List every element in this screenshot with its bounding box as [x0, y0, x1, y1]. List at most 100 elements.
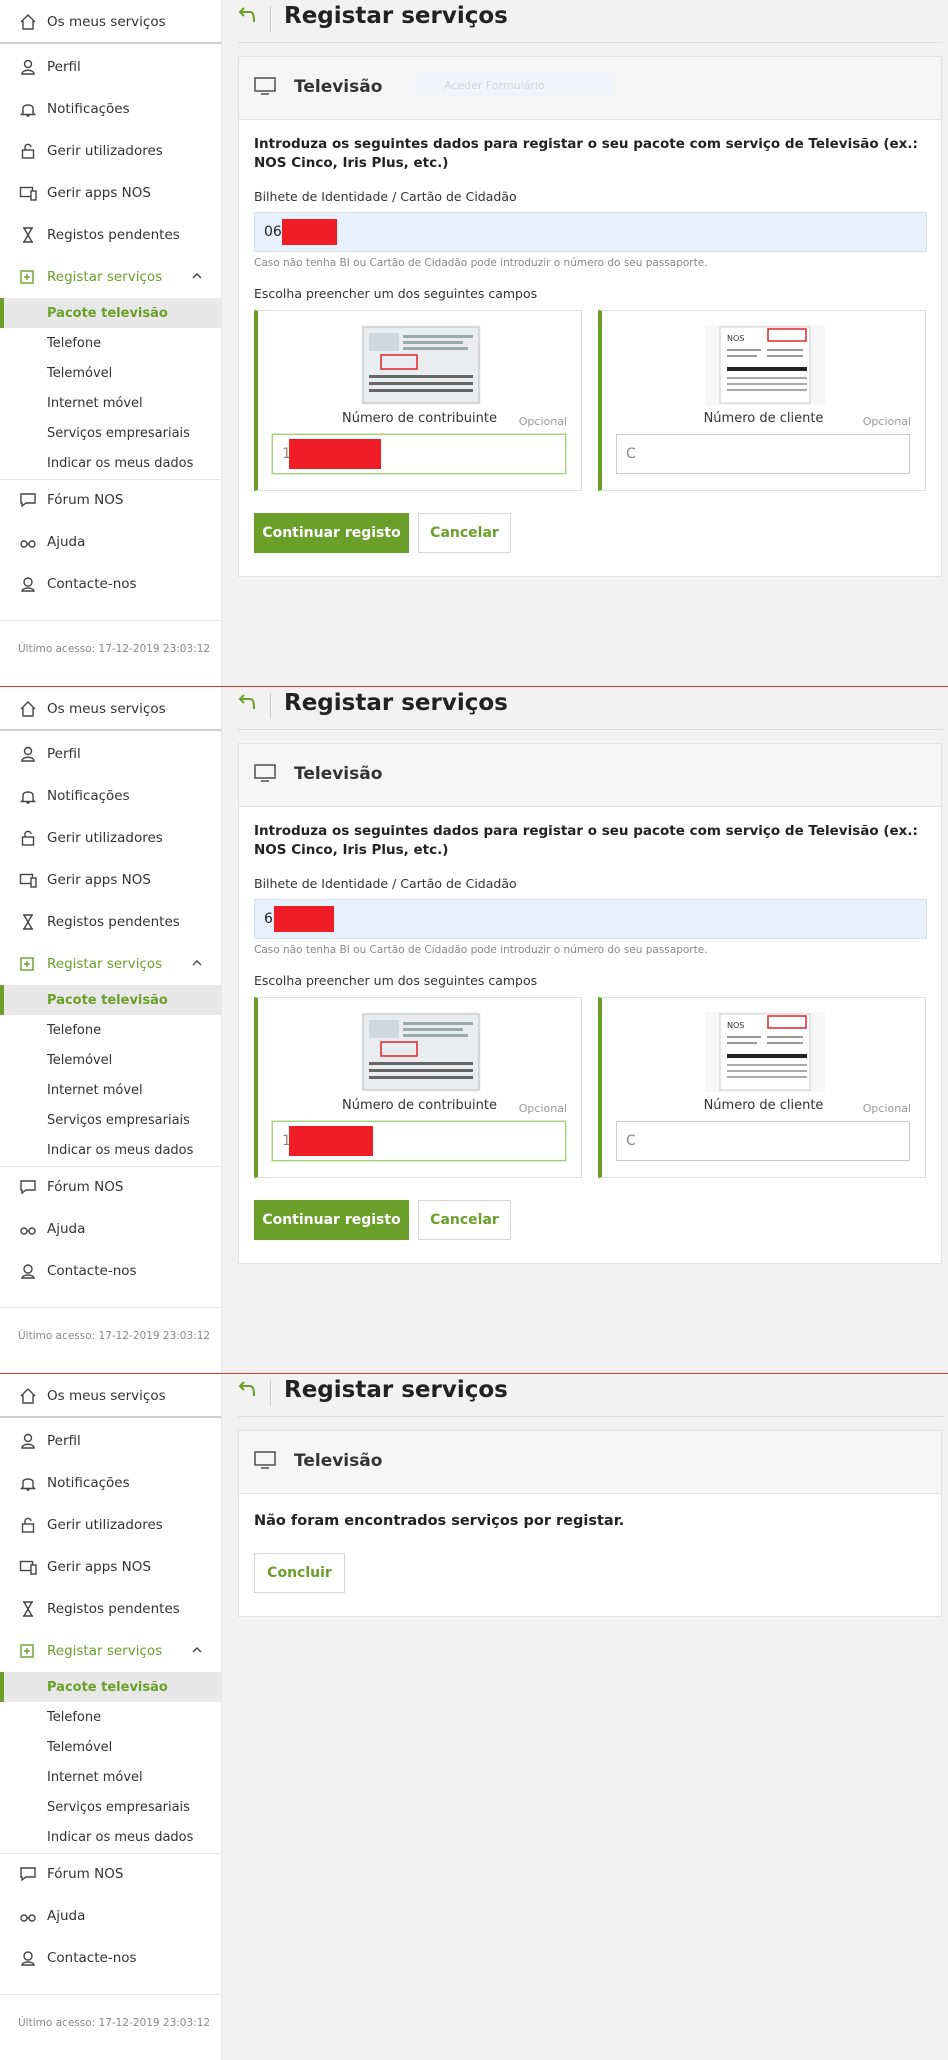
sidebar-item-forum[interactable]: Fórum NOS — [0, 1166, 221, 1208]
last-access: Último acesso: 17-12-2019 23:03:12 — [0, 620, 221, 686]
sidebar-item-manage-apps[interactable]: Gerir apps NOS — [0, 172, 221, 214]
register-card: Televisão Aceder Formulário Introduza os… — [238, 56, 942, 577]
sidebar-item-label: Gerir apps NOS — [47, 185, 151, 201]
sidebar-item-help[interactable]: Ajuda — [0, 521, 221, 563]
chat-icon — [17, 1863, 39, 1885]
sidebar-item-contact[interactable]: Contacte-nos — [0, 1937, 221, 1979]
sidebar: Os meus serviços Perfil Notificações Ger… — [0, 0, 222, 686]
option-nif[interactable]: Número de contribuinte Opcional 1 — [254, 997, 582, 1178]
card-title: Televisão — [294, 77, 383, 97]
cancel-button[interactable]: Cancelar — [418, 513, 511, 553]
register-icon — [17, 953, 39, 975]
sidebar-subitem-label: Serviços empresariais — [47, 425, 190, 441]
sidebar-subitem-business[interactable]: Serviços empresariais — [0, 418, 221, 448]
glasses-icon — [17, 1218, 39, 1240]
sidebar-subitem-mobile[interactable]: Telemóvel — [0, 1732, 221, 1762]
sidebar-item-manage-users[interactable]: Gerir utilizadores — [0, 817, 221, 859]
sidebar-subitem-label: Pacote televisão — [47, 992, 168, 1008]
page-header: Registar serviços — [238, 1374, 943, 1417]
sidebar-item-notifications[interactable]: Notificações — [0, 88, 221, 130]
sidebar-subitem-tv-package[interactable]: Pacote televisão — [0, 1672, 221, 1702]
bi-input[interactable]: 6 — [254, 899, 927, 939]
sidebar-item-label: Registos pendentes — [47, 914, 180, 930]
sidebar-item-notifications[interactable]: Notificações — [0, 775, 221, 817]
sidebar-subitem-my-data[interactable]: Indicar os meus dados — [0, 448, 221, 478]
sidebar-subitem-business[interactable]: Serviços empresariais — [0, 1792, 221, 1822]
sidebar-item-forum[interactable]: Fórum NOS — [0, 1853, 221, 1895]
sidebar-subitem-my-data[interactable]: Indicar os meus dados — [0, 1822, 221, 1852]
client-input[interactable]: C — [616, 434, 910, 474]
client-input[interactable]: C — [616, 1121, 910, 1161]
sidebar-subitem-mobile-internet[interactable]: Internet móvel — [0, 1075, 221, 1105]
sidebar-subitem-mobile-internet[interactable]: Internet móvel — [0, 1762, 221, 1792]
back-arrow-icon[interactable] — [238, 4, 260, 26]
sidebar-item-profile[interactable]: Perfil — [0, 733, 221, 775]
sidebar-item-register-services[interactable]: Registar serviços — [0, 943, 221, 985]
nif-input[interactable]: 1 — [272, 434, 566, 474]
tv-icon — [254, 77, 276, 95]
sidebar-item-label: Ajuda — [47, 1221, 86, 1237]
sidebar-item-register-services[interactable]: Registar serviços — [0, 256, 221, 298]
sidebar-subitem-mobile[interactable]: Telemóvel — [0, 358, 221, 388]
sidebar-item-manage-users[interactable]: Gerir utilizadores — [0, 130, 221, 172]
chevron-up-icon[interactable] — [191, 1644, 203, 1656]
sidebar-item-label: Gerir apps NOS — [47, 872, 151, 888]
sidebar-subitem-label: Telefone — [47, 1022, 102, 1038]
option-client[interactable]: NOS Número de cliente Opcional C — [598, 997, 926, 1178]
bi-input[interactable]: 06 — [254, 212, 927, 252]
sidebar-item-my-services[interactable]: Os meus serviços — [0, 2, 221, 44]
sidebar-item-my-services[interactable]: Os meus serviços — [0, 689, 221, 731]
conclude-button[interactable]: Concluir — [254, 1553, 345, 1593]
sidebar-subitem-mobile[interactable]: Telemóvel — [0, 1045, 221, 1075]
sidebar-item-contact[interactable]: Contacte-nos — [0, 563, 221, 605]
bi-label: Bilhete de Identidade / Cartão de Cidadã… — [254, 189, 517, 204]
sidebar-item-profile[interactable]: Perfil — [0, 1420, 221, 1462]
sidebar-subitem-phone[interactable]: Telefone — [0, 328, 221, 358]
sidebar-item-pending[interactable]: Registos pendentes — [0, 1588, 221, 1630]
sidebar-subitem-label: Indicar os meus dados — [47, 455, 194, 471]
sidebar-item-forum[interactable]: Fórum NOS — [0, 479, 221, 521]
user-icon — [17, 56, 39, 78]
chevron-up-icon[interactable] — [191, 270, 203, 282]
sidebar-item-label: Os meus serviços — [47, 1388, 166, 1404]
back-arrow-icon[interactable] — [238, 691, 260, 713]
sidebar-item-pending[interactable]: Registos pendentes — [0, 901, 221, 943]
sidebar-item-manage-apps[interactable]: Gerir apps NOS — [0, 1546, 221, 1588]
nif-input[interactable]: 1 — [272, 1121, 566, 1161]
sidebar-subitem-tv-package[interactable]: Pacote televisão — [0, 298, 221, 328]
continue-button[interactable]: Continuar registo — [254, 513, 409, 553]
register-card: Televisão Não foram encontrados serviços… — [238, 1430, 942, 1617]
sidebar-subitem-label: Internet móvel — [47, 1082, 143, 1098]
sidebar-item-pending[interactable]: Registos pendentes — [0, 214, 221, 256]
sidebar-item-register-services[interactable]: Registar serviços — [0, 1630, 221, 1672]
back-arrow-icon[interactable] — [238, 1378, 260, 1400]
sidebar-item-contact[interactable]: Contacte-nos — [0, 1250, 221, 1292]
hourglass-icon — [17, 224, 39, 246]
sidebar-subitem-business[interactable]: Serviços empresariais — [0, 1105, 221, 1135]
sidebar-subitem-label: Internet móvel — [47, 395, 143, 411]
sidebar-item-help[interactable]: Ajuda — [0, 1895, 221, 1937]
chevron-up-icon[interactable] — [191, 957, 203, 969]
sidebar-item-manage-users[interactable]: Gerir utilizadores — [0, 1504, 221, 1546]
sidebar-subitem-my-data[interactable]: Indicar os meus dados — [0, 1135, 221, 1165]
option-nif[interactable]: Número de contribuinte Opcional 1 — [254, 310, 582, 491]
sidebar-subitem-phone[interactable]: Telefone — [0, 1702, 221, 1732]
sidebar-item-my-services[interactable]: Os meus serviços — [0, 1376, 221, 1418]
sidebar-item-manage-apps[interactable]: Gerir apps NOS — [0, 859, 221, 901]
sidebar-subitem-tv-package[interactable]: Pacote televisão — [0, 985, 221, 1015]
sidebar-item-help[interactable]: Ajuda — [0, 1208, 221, 1250]
header-separator — [270, 6, 271, 32]
cancel-button[interactable]: Cancelar — [418, 1200, 511, 1240]
sidebar-subitem-mobile-internet[interactable]: Internet móvel — [0, 388, 221, 418]
agent-icon — [17, 573, 39, 595]
sidebar-item-notifications[interactable]: Notificações — [0, 1462, 221, 1504]
last-access-text: Último acesso: 17-12-2019 23:03:12 — [18, 2017, 211, 2029]
continue-button[interactable]: Continuar registo — [254, 1200, 409, 1240]
lock-icon — [17, 827, 39, 849]
option-client[interactable]: NOS Número de cliente Opcional C — [598, 310, 926, 491]
sidebar-subitem-label: Telefone — [47, 335, 102, 351]
sidebar-subitem-phone[interactable]: Telefone — [0, 1015, 221, 1045]
sidebar-item-profile[interactable]: Perfil — [0, 46, 221, 88]
user-icon — [17, 1430, 39, 1452]
sidebar-item-label: Notificações — [47, 101, 130, 117]
